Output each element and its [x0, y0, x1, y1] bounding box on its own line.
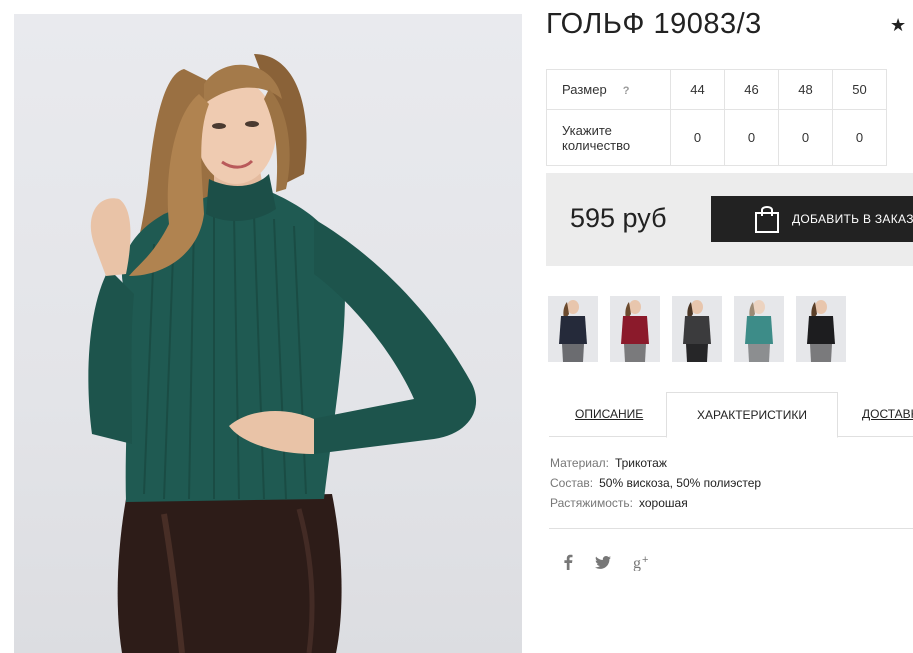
add-to-order-button[interactable]: ДОБАВИТЬ В ЗАКАЗ — [711, 196, 913, 242]
quantity-input[interactable]: 0 — [832, 109, 887, 166]
spec-row: Материал: Трикотаж — [550, 456, 667, 470]
google-plus-icon[interactable]: g + — [633, 553, 653, 571]
quantity-input[interactable]: 0 — [670, 109, 725, 166]
svg-text:g: g — [633, 555, 641, 571]
social-share: g + — [563, 553, 653, 571]
quantity-input[interactable]: 0 — [778, 109, 833, 166]
size-help-icon[interactable]: ? — [623, 85, 630, 97]
color-thumbnails — [548, 296, 846, 362]
price: 595 руб — [570, 203, 667, 233]
spec-row: Растяжимость: хорошая — [550, 496, 688, 510]
quantity-input[interactable]: 0 — [724, 109, 779, 166]
tab-description[interactable]: ОПИСАНИЕ — [575, 392, 643, 436]
svg-text:+: + — [642, 554, 648, 566]
main-product-photo[interactable] — [14, 14, 522, 653]
thumbnail-burgundy[interactable] — [610, 296, 660, 362]
tab-characteristics[interactable]: ХАРАКТЕРИСТИКИ — [666, 392, 838, 438]
divider — [549, 528, 913, 529]
size-value: 46 — [724, 69, 779, 110]
size-value: 50 — [832, 69, 887, 110]
facebook-icon[interactable] — [563, 554, 573, 570]
model-illustration — [88, 54, 477, 653]
thumbnail-teal[interactable] — [734, 296, 784, 362]
product-tabs: ОПИСАНИЕ ХАРАКТЕРИСТИКИ ДОСТАВКА — [549, 392, 913, 438]
thumbnail-black[interactable] — [796, 296, 846, 362]
add-to-order-label: ДОБАВИТЬ В ЗАКАЗ — [792, 212, 913, 226]
product-title: ГОЛЬФ 19083/3 — [546, 8, 762, 40]
specs-list: Материал: Трикотаж Состав: 50% вискоза, 50… — [550, 455, 761, 515]
twitter-icon[interactable] — [595, 555, 611, 569]
buy-box: 595 руб ДОБАВИТЬ В ЗАКАЗ — [546, 173, 913, 266]
shopping-bag-icon — [754, 204, 780, 234]
size-label: Размер? — [546, 69, 671, 110]
thumbnail-navy[interactable] — [548, 296, 598, 362]
star-icon[interactable]: ★ — [890, 15, 906, 36]
quantity-label: Укажите количество — [546, 109, 671, 166]
size-value: 44 — [670, 69, 725, 110]
tab-delivery[interactable]: ДОСТАВКА — [862, 392, 913, 436]
spec-row: Состав: 50% вискоза, 50% полиэстер — [550, 476, 762, 490]
size-quantity-table: Размер? 44 46 48 50 Укажите количество 0… — [546, 69, 887, 166]
size-value: 48 — [778, 69, 833, 110]
thumbnail-dark-grey[interactable] — [672, 296, 722, 362]
